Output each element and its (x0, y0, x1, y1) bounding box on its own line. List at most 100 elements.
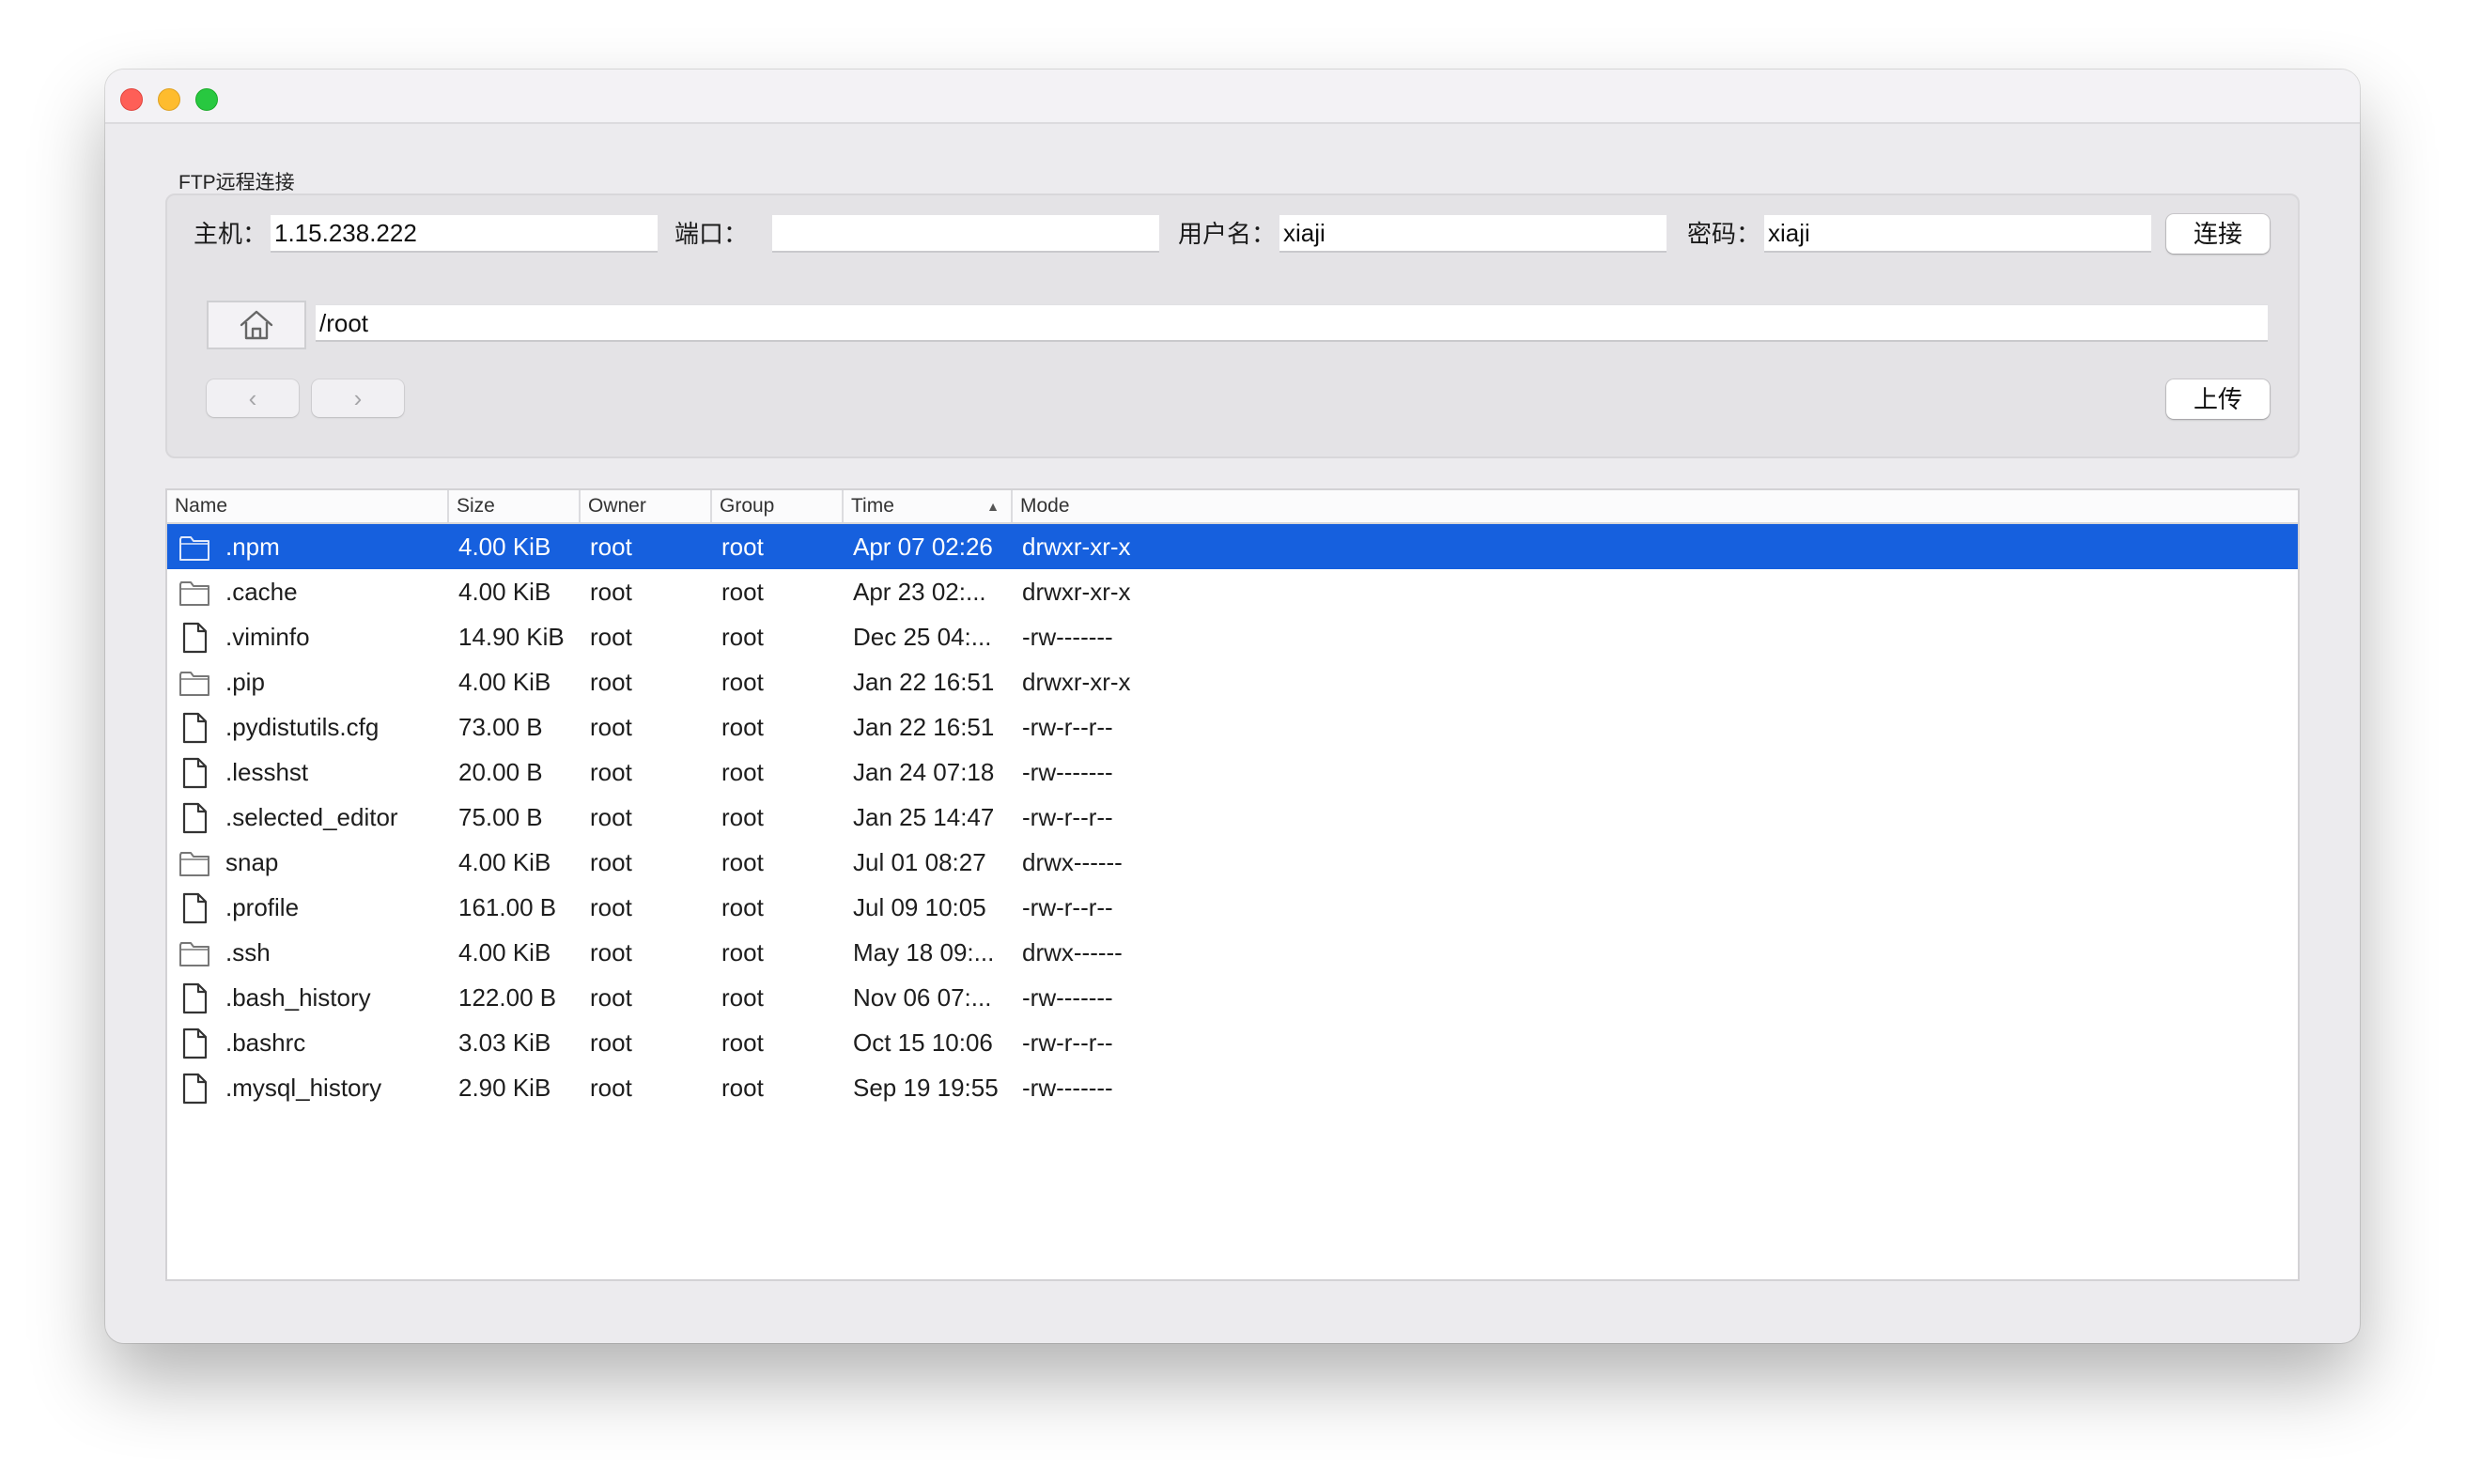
cell-group: root (721, 848, 764, 876)
home-button[interactable] (207, 301, 306, 349)
cell-group: root (721, 893, 764, 921)
cell-size: 73.00 B (458, 713, 543, 741)
cell-name: .profile (225, 893, 300, 921)
file-icon (178, 712, 210, 744)
cell-mode: -rw-r--r-- (1022, 713, 1113, 741)
close-window-button[interactable] (120, 88, 143, 111)
cell-size: 14.90 KiB (458, 623, 565, 651)
cell-size: 4.00 KiB (458, 533, 551, 561)
table-row[interactable]: .lesshst 20.00 B root root Jan 24 07:18 -rw--… (167, 750, 2298, 795)
table-row[interactable]: snap 4.00 KiB root root Jul 01 08:27 drwx----… (167, 840, 2298, 885)
zoom-window-button[interactable] (195, 88, 218, 111)
port-label: 端口： (674, 220, 749, 248)
cell-owner: root (590, 668, 632, 696)
table-row[interactable]: .selected_editor 75.00 B root root Jan 25 14… (167, 795, 2298, 840)
table-row[interactable]: .cache 4.00 KiB root root Apr 23 02:... drwxr… (167, 569, 2298, 614)
cell-time: Jan 24 07:18 (853, 758, 995, 786)
table-row[interactable]: .viminfo 14.90 KiB root root Dec 25 04:... -r… (167, 614, 2298, 659)
cell-mode: drwxr-xr-x (1022, 533, 1131, 561)
home-icon (240, 310, 273, 340)
file-icon (178, 1028, 210, 1059)
port-input[interactable] (772, 215, 1159, 253)
cell-mode: -rw-r--r-- (1022, 803, 1113, 831)
cell-name: .ssh (225, 938, 271, 966)
upload-button[interactable]: 上传 (2166, 379, 2270, 419)
folder-icon (178, 532, 210, 564)
table-row[interactable]: .profile 161.00 B root root Jul 09 10:05 -rw-… (167, 885, 2298, 930)
cell-name: .selected_editor (225, 803, 398, 831)
cell-group: root (721, 713, 764, 741)
table-row[interactable]: .npm 4.00 KiB root root Apr 07 02:26 drwxr-xr… (167, 524, 2298, 569)
table-row[interactable]: .pydistutils.cfg 73.00 B root root Jan 22 16… (167, 704, 2298, 750)
cell-time: Jan 25 14:47 (853, 803, 995, 831)
table-row[interactable]: .bash_history 122.00 B root root Nov 06 07:.… (167, 975, 2298, 1020)
cell-mode: -rw------- (1022, 983, 1113, 1012)
folder-icon (178, 667, 210, 699)
file-table[interactable]: Name Size Owner Group Time ▲ Mode .npm 4.… (165, 488, 2300, 1281)
cell-name: .npm (225, 533, 280, 561)
cell-owner: root (590, 893, 632, 921)
cell-owner: root (590, 758, 632, 786)
cell-owner: root (590, 578, 632, 606)
folder-icon (178, 847, 210, 879)
cell-size: 2.90 KiB (458, 1074, 551, 1102)
forward-button[interactable]: › (312, 379, 404, 417)
table-row[interactable]: .mysql_history 2.90 KiB root root Sep 19 19:… (167, 1065, 2298, 1110)
header-name[interactable]: Name (167, 490, 449, 522)
host-input[interactable] (271, 215, 658, 253)
cell-name: .mysql_history (225, 1074, 382, 1102)
cell-owner: root (590, 1028, 632, 1057)
host-label: 主机： (194, 220, 268, 248)
cell-time: Jul 01 08:27 (853, 848, 986, 876)
cell-mode: -rw------- (1022, 623, 1113, 651)
file-icon (178, 622, 210, 654)
username-input[interactable] (1279, 215, 1667, 253)
cell-mode: -rw-r--r-- (1022, 1028, 1113, 1057)
cell-mode: -rw------- (1022, 1074, 1113, 1102)
password-label: 密码： (1687, 220, 1761, 248)
file-icon (178, 982, 210, 1014)
cell-size: 20.00 B (458, 758, 543, 786)
header-group[interactable]: Group (712, 490, 844, 522)
minimize-window-button[interactable] (158, 88, 180, 111)
table-row[interactable]: .bashrc 3.03 KiB root root Oct 15 10:06 -rw-r… (167, 1020, 2298, 1065)
username-label: 用户名： (1178, 220, 1277, 248)
cell-owner: root (590, 848, 632, 876)
cell-owner: root (590, 803, 632, 831)
header-size[interactable]: Size (449, 490, 581, 522)
cell-group: root (721, 533, 764, 561)
cell-size: 4.00 KiB (458, 848, 551, 876)
table-row[interactable]: .pip 4.00 KiB root root Jan 22 16:51 drwxr-xr… (167, 659, 2298, 704)
password-input[interactable] (1764, 215, 2151, 253)
cell-mode: -rw------- (1022, 758, 1113, 786)
cell-name: .cache (225, 578, 298, 606)
cell-owner: root (590, 983, 632, 1012)
cell-name: .pydistutils.cfg (225, 713, 380, 741)
cell-mode: drwxr-xr-x (1022, 668, 1131, 696)
cell-size: 161.00 B (458, 893, 557, 921)
cell-time: May 18 09:... (853, 938, 995, 966)
cell-mode: drwx------ (1022, 938, 1123, 966)
cell-mode: -rw-r--r-- (1022, 893, 1113, 921)
sort-ascending-icon: ▲ (986, 499, 1000, 514)
header-time[interactable]: Time ▲ (844, 490, 1013, 522)
connect-button[interactable]: 连接 (2166, 214, 2270, 254)
table-row[interactable]: .ssh 4.00 KiB root root May 18 09:... drwx---… (167, 930, 2298, 975)
cell-size: 4.00 KiB (458, 938, 551, 966)
cell-time: Oct 15 10:06 (853, 1028, 993, 1057)
path-input[interactable] (316, 304, 2268, 342)
file-icon (178, 802, 210, 834)
cell-size: 4.00 KiB (458, 668, 551, 696)
header-owner[interactable]: Owner (581, 490, 712, 522)
cell-name: snap (225, 848, 279, 876)
group-title: FTP远程连接 (178, 172, 295, 193)
header-mode[interactable]: Mode (1013, 490, 2298, 522)
back-button[interactable]: ‹ (207, 379, 299, 417)
cell-size: 3.03 KiB (458, 1028, 551, 1057)
cell-mode: drwx------ (1022, 848, 1123, 876)
cell-size: 122.00 B (458, 983, 557, 1012)
cell-time: Jul 09 10:05 (853, 893, 986, 921)
cell-size: 4.00 KiB (458, 578, 551, 606)
cell-name: .bashrc (225, 1028, 306, 1057)
connection-panel: 主机： 端口： 用户名： 密码： 连接 ‹ › 上传 (165, 193, 2300, 458)
